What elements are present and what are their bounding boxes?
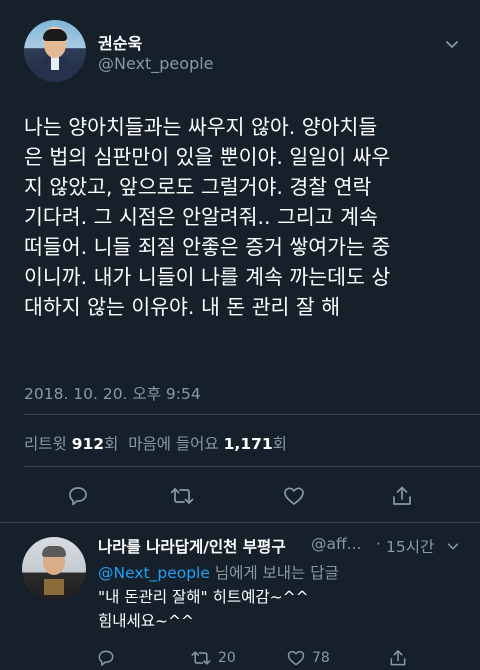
reply-author-display-name[interactable]: 나라를 나라답게/인천 부평구 <box>98 535 286 557</box>
reply-share-button[interactable] <box>388 645 408 670</box>
reply-body: "내 돈관리 잘해" 히트예감~^^ 힘내세요~^^ <box>98 585 458 633</box>
divider <box>24 466 480 467</box>
replying-to-mention[interactable]: @Next_people <box>98 564 210 582</box>
author-display-name[interactable]: 권순욱 <box>98 30 142 54</box>
reply-icon <box>98 650 114 666</box>
tweet-body-line: 지 않았고, 앞으로도 그럴거야. 경찰 연락 <box>24 175 372 199</box>
tweet-stats: 리트윗 912회 마음에 들어요 1,171회 <box>24 432 287 454</box>
reply-author-avatar[interactable] <box>22 537 86 601</box>
reply-retweet-count: 20 <box>218 650 236 666</box>
tweet-body-line: 나는 양아치들과는 싸우지 않아. 양아치들 <box>24 115 378 139</box>
reply-tweet[interactable]: 나라를 나라답게/인천 부평구 @aff... · 15시간 @Next_peo… <box>0 522 480 670</box>
tweet-body-line: 기다려. 그 시점은 안알려줘.. 그리고 계속 <box>24 205 378 229</box>
heart-icon <box>287 650 305 666</box>
reply-like-button[interactable]: 78 <box>286 645 330 670</box>
tweet-body-line: 떠들어. 니들 죄질 안좋은 증거 쌓여가는 중 <box>24 235 391 259</box>
reply-reply-button[interactable] <box>96 645 116 670</box>
tweet-body: 나는 양아치들과는 싸우지 않아. 양아치들 은 법의 심판만이 있을 뿐이야.… <box>24 112 464 322</box>
retweet-icon <box>170 488 194 504</box>
chevron-down-icon[interactable] <box>446 539 460 553</box>
replying-to-suffix: 님에게 보내는 답글 <box>209 564 339 582</box>
tweet-body-line: 이니까. 내가 니들이 나를 계속 까는데도 상 <box>24 265 391 289</box>
reply-author-handle[interactable]: @aff... <box>311 535 361 553</box>
reply-body-line: 힘내세요~^^ <box>98 612 195 630</box>
share-icon <box>390 650 406 666</box>
separator-dot: · <box>376 535 381 553</box>
author-avatar[interactable] <box>24 20 86 82</box>
reply-retweet-button[interactable]: 20 <box>190 645 236 670</box>
retweet-stat-label: 리트윗 <box>24 435 67 453</box>
reply-button[interactable] <box>60 478 96 514</box>
retweet-unit: 회 <box>104 435 119 453</box>
share-button[interactable] <box>384 478 420 514</box>
retweet-button[interactable] <box>164 478 200 514</box>
like-unit: 회 <box>272 435 287 453</box>
like-stat-label: 마음에 들어요 <box>128 435 219 453</box>
share-icon <box>393 486 411 505</box>
tweet-body-line: 은 법의 심판만이 있을 뿐이야. 일일이 싸우 <box>24 145 391 169</box>
replying-to: @Next_people 님에게 보내는 답글 <box>98 561 339 583</box>
retweet-icon <box>191 651 211 665</box>
like-button[interactable] <box>276 478 312 514</box>
tweet-timestamp: 2018. 10. 20. 오후 9:54 <box>24 385 201 403</box>
reply-time[interactable]: 15시간 <box>386 535 434 557</box>
like-count[interactable]: 1,171 <box>224 435 273 453</box>
reply-body-line: "내 돈관리 잘해" 히트예감~^^ <box>98 588 309 606</box>
retweet-count[interactable]: 912 <box>72 435 104 453</box>
heart-icon <box>284 487 304 505</box>
tweet-body-line: 대하지 않는 이유야. 내 돈 관리 잘 해 <box>24 295 341 319</box>
chevron-down-icon[interactable] <box>444 36 460 52</box>
reply-actions: 20 78 <box>0 645 480 670</box>
reply-like-count: 78 <box>312 650 330 666</box>
author-handle[interactable]: @Next_people <box>98 54 214 73</box>
reply-icon <box>69 487 87 506</box>
divider <box>24 414 480 415</box>
tweet-actions <box>0 478 480 514</box>
